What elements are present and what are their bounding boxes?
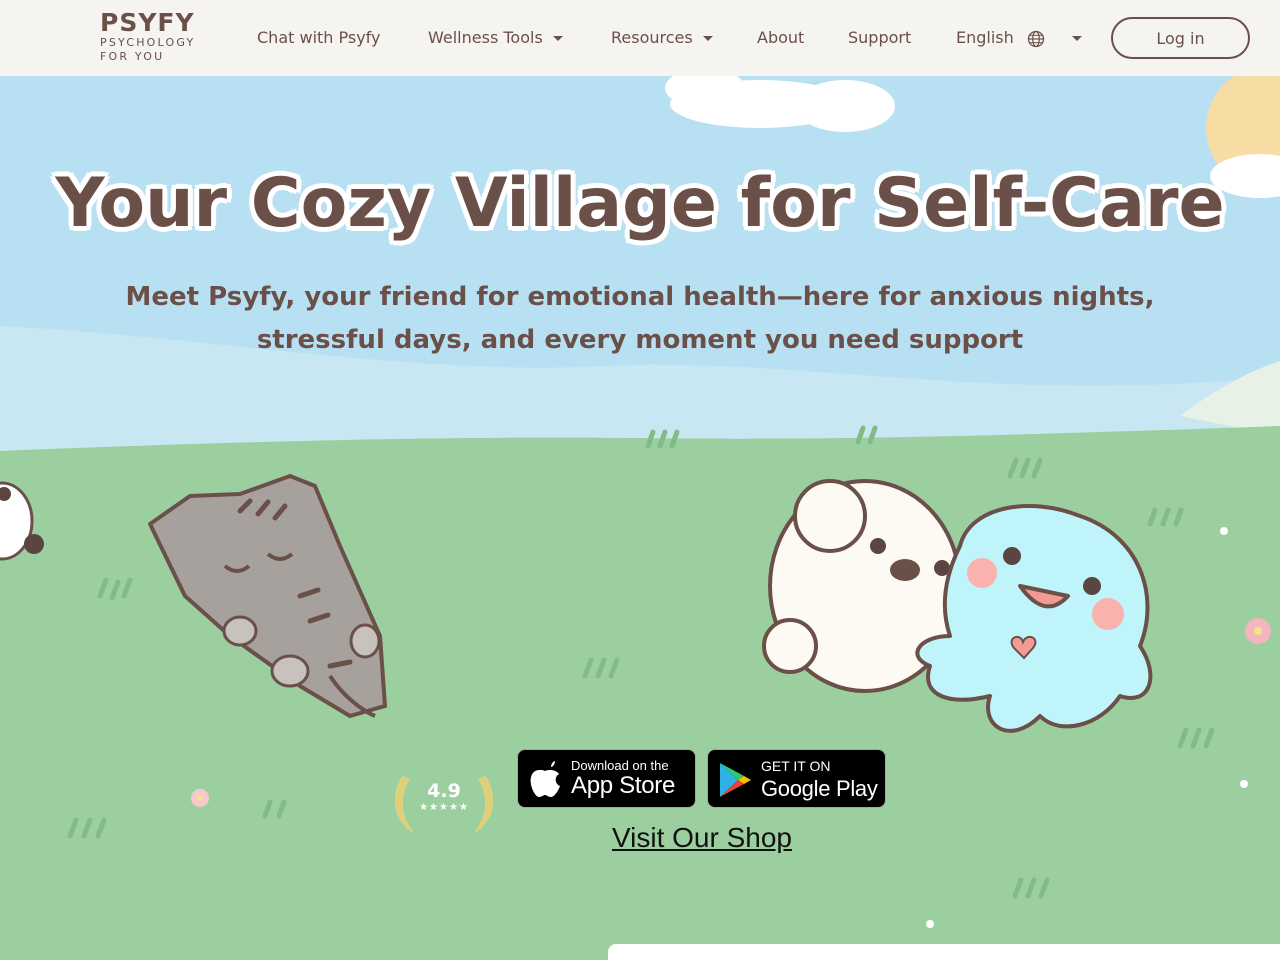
nav-support-label: Support [848, 28, 912, 47]
brand-tagline: PSYCHOLOGY FOR YOU [100, 36, 196, 63]
hero-subline-line-2: stressful days, and every moment you nee… [256, 325, 1024, 355]
language-selector[interactable]: English [956, 26, 1082, 50]
language-label: English [956, 28, 1014, 47]
hero-subline-line-1: Meet Psyfy, your friend for emotional he… [125, 282, 1155, 312]
google-play-big-text: Google Play [761, 776, 878, 801]
brand-name: PSYFY [100, 8, 195, 37]
nav-support[interactable]: Support [848, 26, 911, 50]
nav-about-label: About [757, 28, 805, 47]
chevron-down-icon [552, 36, 563, 41]
app-store-big-text: App Store [571, 772, 676, 799]
hero-subline: Meet Psyfy, your friend for emotional he… [0, 276, 1280, 362]
rating-stars: ★★★★★ [419, 802, 469, 813]
nav-chat-with-psyfy[interactable]: Chat with Psyfy [257, 26, 381, 50]
app-rating-badge: 4.9 ★★★★★ [390, 772, 498, 834]
chevron-down-icon [1071, 36, 1082, 41]
nav-resources[interactable]: Resources [611, 26, 713, 50]
app-store-button[interactable]: Download on the App Store [517, 749, 696, 808]
globe-icon [1027, 30, 1045, 47]
nav-wellness-tools[interactable]: Wellness Tools [428, 26, 563, 50]
login-button[interactable]: Log in [1111, 17, 1250, 59]
top-navbar: PSYFY PSYCHOLOGY FOR YOU Chat with Psyfy… [0, 0, 1280, 76]
brand-logo[interactable]: PSYFY PSYCHOLOGY FOR YOU [100, 10, 210, 64]
nav-about[interactable]: About [757, 26, 804, 50]
hero-section: Your Cozy Village for Self-Care Meet Psy… [0, 76, 1280, 960]
google-play-icon [720, 763, 751, 797]
app-store-small-text: Download on the [571, 758, 669, 773]
chevron-down-icon [702, 36, 713, 41]
apple-icon [530, 761, 560, 797]
rating-value: 4.9 [427, 780, 461, 802]
google-play-small-text: GET IT ON [761, 758, 831, 774]
nav-wellness-label: Wellness Tools [428, 28, 543, 47]
nav-resources-label: Resources [611, 28, 693, 47]
visit-shop-link[interactable]: Visit Our Shop [602, 822, 802, 854]
google-play-button[interactable]: GET IT ON Google Play [707, 749, 886, 808]
bottom-card-edge [608, 944, 1280, 960]
hero-headline: Your Cozy Village for Self-Care [55, 164, 1225, 243]
nav-chat-label: Chat with Psyfy [257, 28, 381, 47]
